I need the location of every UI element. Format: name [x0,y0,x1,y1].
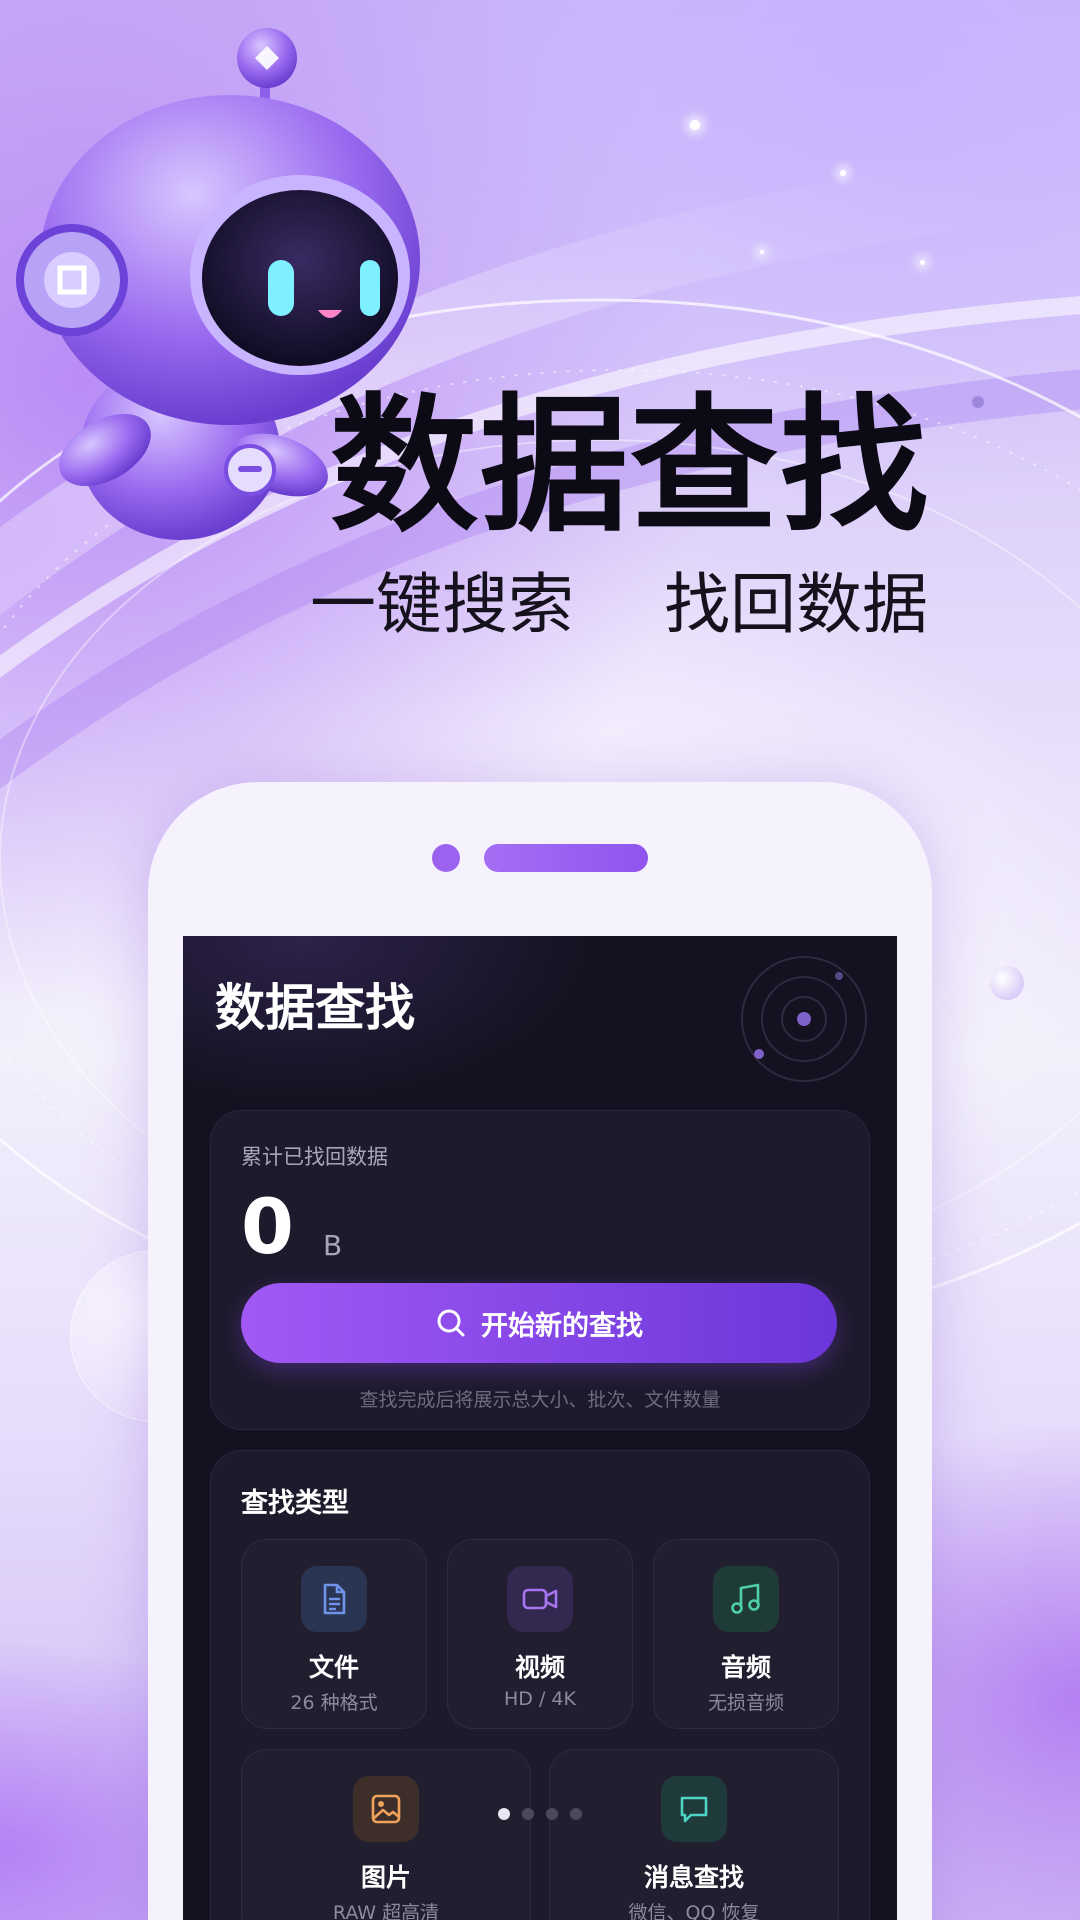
promo-background: 数据查找 一键搜索 找回数据 数据查找 累计已找回数据 0 B 开始新的查找 查… [0,0,1080,1920]
music-note-icon [713,1566,779,1632]
hero-subtitle-left: 一键搜索 [310,566,574,643]
page-dot[interactable] [570,1808,582,1820]
document-icon [301,1566,367,1632]
start-search-button[interactable]: 开始新的查找 [241,1283,837,1363]
page-dot[interactable] [522,1808,534,1820]
search-types-title: 查找类型 [241,1488,349,1519]
search-types-card: 查找类型 文件 26 种格式 视频 HD / 4K 音频 无损音频 图片 RAW… [210,1450,870,1920]
type-title: 音频 [720,1653,771,1682]
orb-decoration [990,966,1024,1000]
type-tile-file[interactable]: 文件 26 种格式 [241,1539,427,1729]
stats-card: 累计已找回数据 0 B 开始新的查找 查找完成后将展示总大小、批次、文件数量 [210,1110,870,1430]
image-icon [353,1776,419,1842]
type-tile-messages[interactable]: 消息查找 微信、QQ 恢复 [549,1749,839,1920]
stats-hint: 查找完成后将展示总大小、批次、文件数量 [359,1389,721,1411]
orb-decoration [972,396,984,408]
hero-title: 数据查找 [330,380,930,552]
type-tile-audio[interactable]: 音频 无损音频 [653,1539,839,1729]
stats-label: 累计已找回数据 [241,1145,388,1169]
type-title: 文件 [308,1653,359,1682]
sparkle [840,170,846,176]
start-search-label: 开始新的查找 [481,1310,643,1342]
sparkle [760,250,764,254]
page-dot-active[interactable] [498,1808,510,1820]
speaker-bar [484,844,648,872]
stats-value: 0 [241,1182,294,1271]
type-title: 图片 [360,1863,411,1892]
type-title: 视频 [514,1653,565,1682]
type-subtitle: HD / 4K [504,1688,576,1710]
video-icon [507,1566,573,1632]
sparkle [690,120,700,130]
camera-dot [432,844,460,872]
type-title: 消息查找 [643,1863,744,1892]
page-indicator [498,1808,582,1820]
type-subtitle: 无损音频 [707,1692,784,1714]
radar-icon [741,956,867,1082]
hero-subtitle-right: 找回数据 [664,566,928,643]
sparkle [920,260,925,265]
app-screen: 数据查找 累计已找回数据 0 B 开始新的查找 查找完成后将展示总大小、批次、文… [183,936,897,1920]
type-subtitle: RAW 超高清 [332,1902,440,1920]
page-dot[interactable] [546,1808,558,1820]
app-title: 数据查找 [215,979,415,1037]
chat-bubble-icon [661,1776,727,1842]
search-icon [437,1309,465,1337]
stats-unit: B [323,1229,343,1262]
type-tile-image[interactable]: 图片 RAW 超高清 [241,1749,531,1920]
hero-subtitle: 一键搜索 找回数据 [310,572,928,638]
type-tile-video[interactable]: 视频 HD / 4K [447,1539,633,1729]
type-subtitle: 26 种格式 [290,1692,378,1714]
type-subtitle: 微信、QQ 恢复 [628,1902,760,1920]
